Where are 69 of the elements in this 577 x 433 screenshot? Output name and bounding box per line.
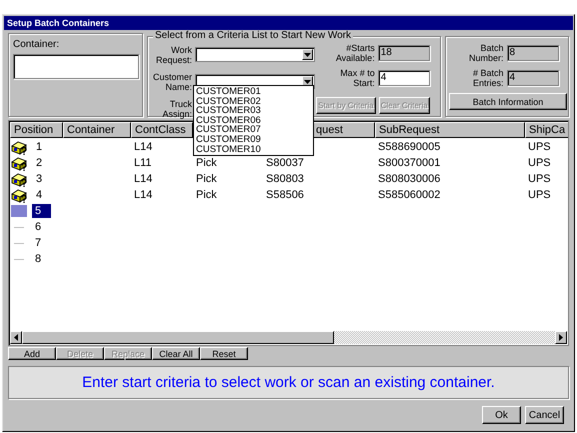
table-cell: S58506 (266, 189, 304, 201)
container-icon (11, 156, 28, 170)
table-cell: S800370001 (378, 157, 440, 169)
table-cell: S80803 (266, 173, 304, 185)
column-header[interactable]: ShipCa (525, 122, 568, 138)
dropdown-item[interactable]: CUSTOMER02 (196, 96, 311, 106)
table-cell: UPS (528, 157, 551, 169)
table-cell: L14 (134, 173, 152, 185)
group-legend: Select from a Criteria List to Start New Work (153, 30, 353, 41)
container-icon (11, 188, 28, 202)
table-cell: L11 (134, 157, 152, 169)
position-cell-text: 7 (34, 236, 42, 250)
column-header[interactable]: Container (63, 122, 131, 138)
batch-number-field: 8 (506, 45, 558, 61)
empty-row-marker (14, 258, 24, 260)
scroll-right-icon[interactable] (555, 331, 567, 344)
field-label: Max # to Start: (339, 68, 375, 88)
grid-button[interactable]: Clear All (152, 347, 200, 360)
table-cell: Pick (196, 157, 217, 169)
table-cell: L14 (134, 141, 152, 153)
position-cell: 5 (32, 204, 52, 218)
starts-available-field: 18 (378, 45, 430, 61)
position-cell-text: 2 (35, 156, 44, 170)
batch-entries-field: 4 (506, 70, 558, 86)
position-cell-text: 1 (35, 140, 44, 154)
batch-information-button[interactable]: Batch Information (449, 93, 567, 110)
position-cell-text: 8 (34, 252, 42, 266)
column-header[interactable]: Position (10, 122, 63, 138)
table-cell: L14 (134, 189, 152, 201)
table-cell: UPS (528, 173, 551, 185)
position-cell-text: 3 (35, 172, 44, 186)
scroll-thumb[interactable] (22, 331, 334, 344)
field-label: #Starts Available: (334, 43, 375, 63)
position-cell-text: 4 (35, 188, 44, 202)
table-cell: UPS (528, 141, 551, 153)
container-icon (11, 172, 28, 186)
grid-button[interactable]: Add (8, 347, 56, 360)
field-label: Truck Assign: (161, 98, 192, 118)
window-title: Setup Batch Containers (4, 16, 573, 30)
field-label: Work Request: (154, 44, 192, 64)
horizontal-scrollbar[interactable] (10, 331, 567, 344)
field-label: Batch Number: (468, 43, 504, 63)
field-label: Customer Name: (152, 72, 192, 92)
column-header[interactable]: SubRequest (375, 122, 525, 138)
container-icon (11, 140, 28, 154)
table-cell: S588690005 (378, 141, 440, 153)
table-cell: Pick (196, 173, 217, 185)
position-cell-text: 6 (34, 220, 42, 234)
dialog-button[interactable]: Cancel (525, 406, 564, 424)
table-cell: S80037 (266, 157, 304, 169)
table-cell: S808030006 (378, 173, 440, 185)
dropdown-item[interactable]: CUSTOMER03 (196, 106, 311, 116)
status-message: Enter start criteria to select work or scan an existing container. (8, 366, 569, 399)
container-field[interactable] (13, 54, 139, 79)
grid-button[interactable]: Reset (200, 347, 248, 360)
dialog-button[interactable]: Ok (482, 406, 521, 424)
empty-row-marker (14, 242, 24, 244)
max-to-start-field[interactable]: 4 (378, 70, 430, 86)
dropdown-item[interactable]: CUSTOMER10 (196, 144, 311, 154)
scroll-left-icon[interactable] (10, 331, 22, 344)
empty-row-marker (14, 226, 24, 228)
table-cell: Pick (196, 189, 217, 201)
field-label: # Batch Entries: (472, 68, 504, 88)
dropdown-item[interactable]: CUSTOMER01 (196, 87, 311, 97)
table-cell: UPS (528, 189, 551, 201)
column-header[interactable]: ContClass (131, 122, 193, 138)
container-label: Container: (13, 39, 60, 50)
table-cell: S585060002 (378, 189, 440, 201)
combo-box[interactable] (195, 47, 315, 62)
